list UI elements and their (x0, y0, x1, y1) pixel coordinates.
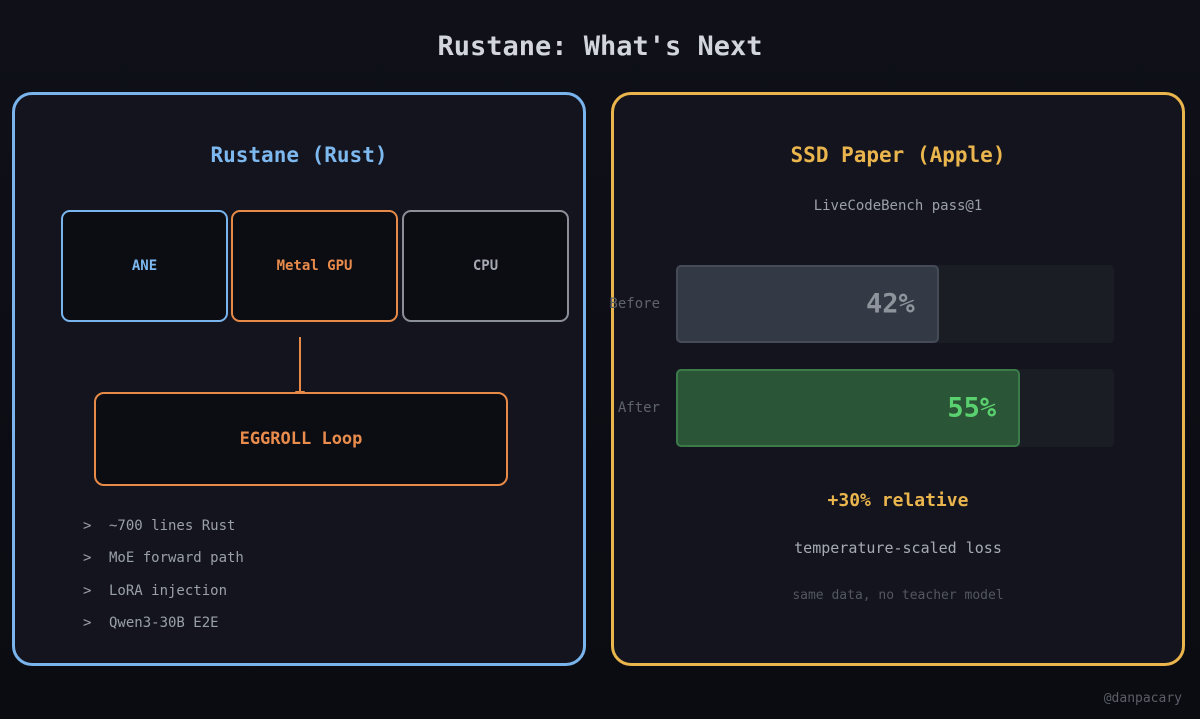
eggroll-loop-label: EGGROLL Loop (239, 429, 363, 449)
relative-improvement: +30% relative (827, 490, 969, 511)
benchmark-subtitle: LiveCodeBench pass@1 (813, 198, 983, 214)
list-item-text: ~700 lines Rust (109, 518, 236, 534)
bullet-marker: > (83, 518, 92, 534)
before-label: Before (609, 296, 660, 312)
bullet-marker: > (83, 614, 92, 631)
metal-gpu-label: Metal GPU (276, 258, 353, 274)
before-bar-track: 42% (676, 265, 1114, 343)
cpu-label: CPU (472, 258, 499, 274)
list-item: > ~700 lines Rust (83, 518, 244, 550)
list-item-text: Qwen3-30B E2E (109, 614, 219, 631)
method-text: temperature-scaled loss (794, 539, 1002, 557)
ssd-paper-panel: SSD Paper (Apple) LiveCodeBench pass@1 B… (609, 92, 1185, 666)
page-title: Rustane: What's Next (437, 31, 763, 62)
ane-box: ANE (61, 210, 228, 322)
rustane-panel: Rustane (Rust) ANE Metal GPU CPU EGGROLL… (12, 92, 586, 666)
list-item: > LoRA injection (83, 583, 244, 615)
rustane-panel-title: Rustane (Rust) (210, 143, 388, 167)
method-note: same data, no teacher model (792, 588, 1004, 603)
after-label: After (617, 400, 660, 416)
eggroll-loop-box: EGGROLL Loop (94, 392, 508, 486)
bullet-marker: > (83, 582, 92, 599)
before-value: 42% (866, 288, 915, 320)
metal-gpu-box: Metal GPU (231, 210, 398, 322)
bullet-marker: > (83, 550, 92, 567)
before-bar: 42% (676, 265, 939, 343)
ssd-panel-title: SSD Paper (Apple) (790, 143, 1006, 167)
list-item: > MoE forward path (83, 550, 244, 582)
after-value: 55% (947, 392, 997, 424)
ane-label: ANE (131, 258, 158, 274)
list-item: > Qwen3-30B E2E (83, 615, 244, 647)
author-handle: @danpacary (1103, 691, 1182, 706)
cpu-box: CPU (402, 210, 569, 322)
feature-list: > ~700 lines Rust > MoE forward path > LoRA… (83, 518, 244, 647)
after-bar: 55% (676, 369, 1021, 447)
list-item-text: LoRA injection (109, 582, 228, 599)
list-item-text: MoE forward path (109, 550, 244, 567)
after-bar-track: 55% (676, 369, 1114, 447)
